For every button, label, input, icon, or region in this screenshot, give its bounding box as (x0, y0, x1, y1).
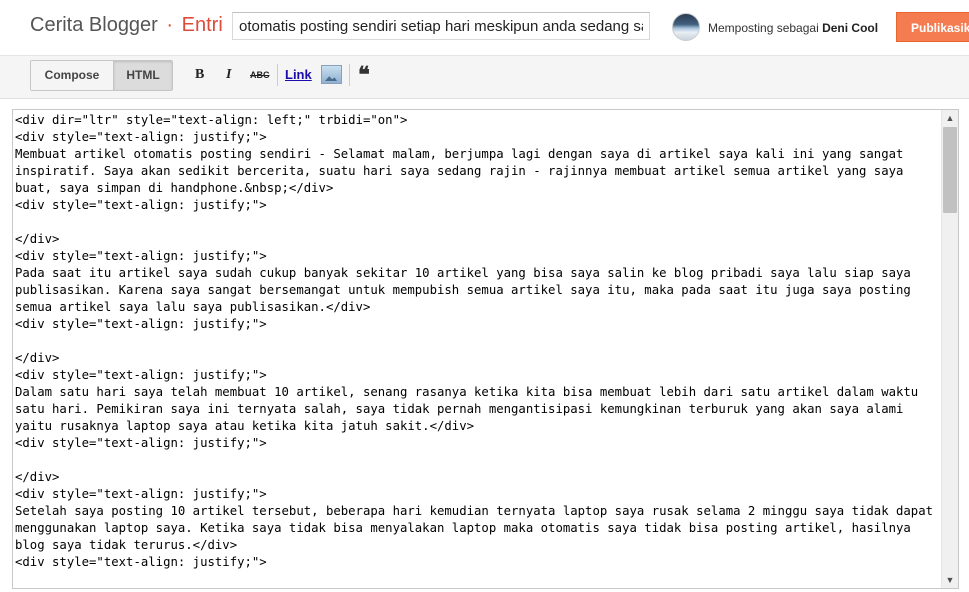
scroll-down-arrow-icon[interactable]: ▼ (942, 572, 958, 588)
code-line[interactable]: <div style="text-align: justify;"> (15, 367, 933, 384)
toolbar-divider (349, 64, 350, 86)
publish-button[interactable]: Publikasikan (896, 12, 969, 42)
code-line[interactable]: <div style="text-align: justify;"> (15, 129, 933, 146)
code-line[interactable]: Dalam satu hari saya telah membuat 10 ar… (15, 384, 933, 435)
editor-scrollbar[interactable]: ▲ ▼ (941, 110, 958, 588)
blog-name[interactable]: Cerita Blogger (30, 14, 158, 36)
breadcrumb-separator: · (166, 14, 174, 36)
code-line[interactable]: </div> (15, 231, 933, 248)
quote-icon[interactable]: ❝ (358, 64, 370, 86)
insert-image-icon[interactable] (321, 65, 342, 84)
posting-as-label: Memposting sebagai Deni Cool (708, 21, 878, 35)
code-line[interactable]: Pada saat itu artikel saya sudah cukup b… (15, 265, 933, 316)
html-editor-textarea[interactable]: <div dir="ltr" style="text-align: left;"… (12, 109, 959, 589)
scroll-thumb[interactable] (943, 127, 957, 213)
code-line[interactable] (15, 333, 933, 350)
code-line[interactable]: Membuat artikel otomatis posting sendiri… (15, 146, 933, 197)
bold-icon[interactable]: B (195, 66, 204, 84)
toolbar-divider (277, 64, 278, 86)
posting-as-prefix: Memposting sebagai (708, 21, 819, 35)
editor-toolbar: Compose HTML B I ABC Link ❝ (0, 56, 969, 99)
code-line[interactable]: <div style="text-align: justify;"> (15, 197, 933, 214)
user-avatar (672, 13, 700, 41)
post-title-input[interactable] (232, 12, 650, 40)
scroll-up-arrow-icon[interactable]: ▲ (942, 110, 958, 126)
italic-icon[interactable]: I (226, 66, 231, 84)
strikethrough-icon[interactable]: ABC (250, 66, 270, 84)
section-name[interactable]: Entri (182, 14, 223, 36)
code-line[interactable]: <div style="text-align: justify;"> (15, 554, 933, 571)
editor-header: Cerita Blogger · Entri Memposting sebaga… (0, 0, 969, 56)
blog-breadcrumb: Cerita Blogger · Entri (30, 14, 223, 37)
code-line[interactable]: </div> (15, 350, 933, 367)
user-name: Deni Cool (822, 21, 879, 35)
code-line[interactable]: <div style="text-align: justify;"> (15, 248, 933, 265)
code-line[interactable]: <div style="text-align: justify;"> (15, 486, 933, 503)
code-line[interactable]: Setelah saya posting 10 artikel tersebut… (15, 503, 933, 554)
compose-mode-button[interactable]: Compose (31, 61, 113, 90)
code-line[interactable] (15, 452, 933, 469)
code-line[interactable]: <div style="text-align: justify;"> (15, 435, 933, 452)
code-line[interactable]: <div style="text-align: justify;"> (15, 316, 933, 333)
code-line[interactable]: <div dir="ltr" style="text-align: left;"… (15, 112, 933, 129)
code-line[interactable]: </div> (15, 469, 933, 486)
mode-switch: Compose HTML (30, 60, 173, 91)
html-source-text[interactable]: <div dir="ltr" style="text-align: left;"… (15, 112, 933, 571)
html-mode-button[interactable]: HTML (113, 61, 172, 90)
code-line[interactable] (15, 214, 933, 231)
link-button[interactable]: Link (285, 66, 312, 84)
